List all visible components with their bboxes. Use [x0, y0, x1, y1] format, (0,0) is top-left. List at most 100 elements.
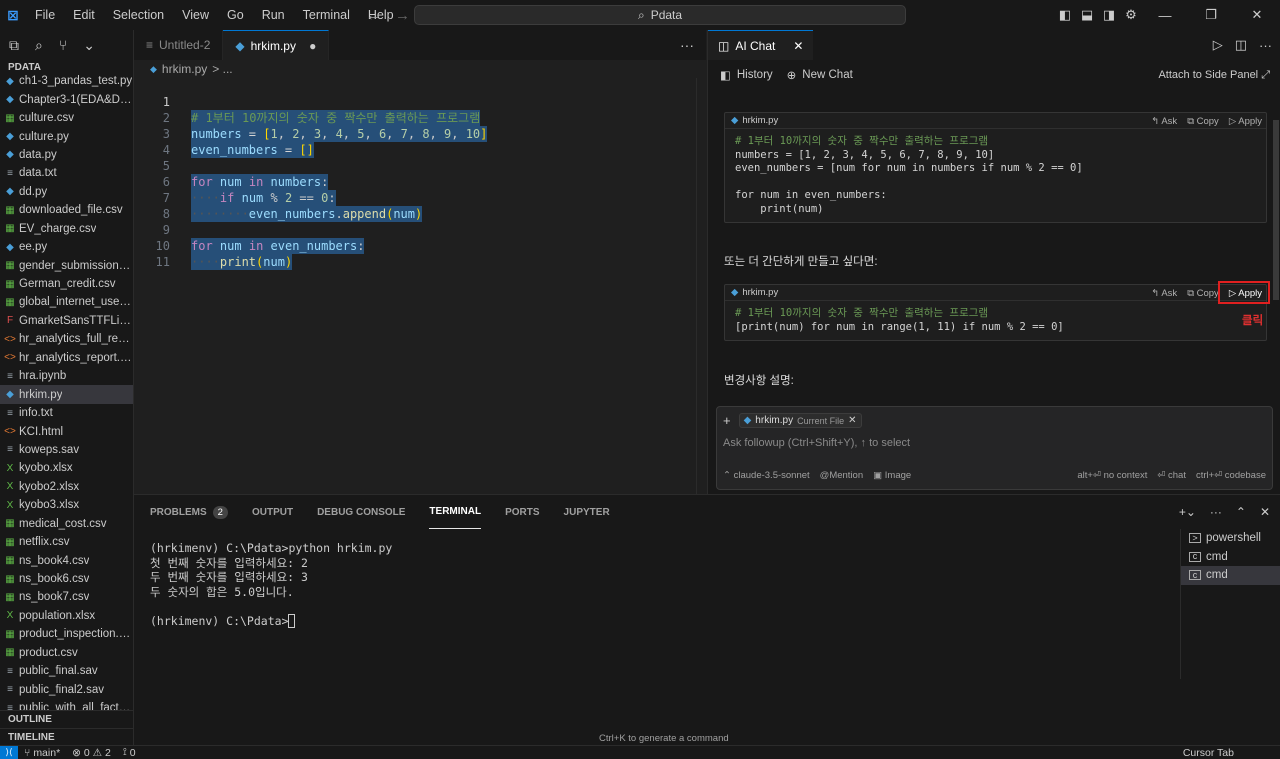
restore-icon[interactable]: ❐ [1188, 0, 1234, 30]
history-button[interactable]: History [737, 69, 773, 81]
branch-status[interactable]: ⑂ main* [18, 747, 66, 759]
terminal-item-cmd[interactable]: c cmd [1181, 548, 1280, 567]
model-selector[interactable]: ⌃ claude-3.5-sonnet [723, 470, 810, 481]
tab-untitled-2[interactable]: ≡ Untitled-2 [134, 30, 224, 60]
file-item[interactable]: ◆ data.py [0, 146, 133, 164]
nav-forward-icon[interactable]: → [395, 7, 410, 24]
tab-ai-chat[interactable]: ◫ AI Chat ✕ [708, 30, 814, 60]
file-item[interactable]: ≡ data.txt [0, 164, 133, 182]
tab-output[interactable]: OUTPUT [252, 495, 293, 529]
ask-button[interactable]: ↰ Ask [1151, 288, 1177, 299]
mention-button[interactable]: @Mention [820, 470, 863, 481]
close-window-icon[interactable]: ✕ [1234, 0, 1280, 30]
file-item[interactable]: ▦ ns_book6.csv [0, 570, 133, 588]
more-icon[interactable]: ··· [1259, 38, 1272, 53]
menu-view[interactable]: View [173, 0, 218, 30]
source-control-icon[interactable]: ⑂ [59, 37, 67, 53]
file-item[interactable]: ≡ hra.ipynb [0, 367, 133, 385]
maximize-panel-icon[interactable]: ⌃ [1236, 505, 1246, 519]
chat-input-box[interactable]: + ◆ hrkim.py Current File ✕ Ask followup… [716, 406, 1273, 490]
editor-more-icon[interactable]: ··· [680, 30, 694, 60]
ask-button[interactable]: ↰ Ask [1151, 116, 1177, 127]
tab-hrkim-py[interactable]: ◆ hrkim.py ● [223, 30, 330, 60]
file-item[interactable]: Xkyobo.xlsx [0, 459, 133, 477]
file-item[interactable]: Xkyobo2.xlsx [0, 478, 133, 496]
menu-selection[interactable]: Selection [104, 0, 173, 30]
breadcrumb-more[interactable]: > ... [212, 62, 232, 76]
apply-button[interactable]: ▷ Apply [1229, 116, 1262, 127]
file-item[interactable]: ≡ info.txt [0, 404, 133, 422]
file-item[interactable]: ▦ ns_book7.csv [0, 588, 133, 606]
tab-problems[interactable]: PROBLEMS 2 [150, 495, 228, 529]
run-icon[interactable]: ▷ [1213, 37, 1223, 53]
context-chip[interactable]: ◆ hrkim.py Current File ✕ [738, 413, 862, 428]
file-item[interactable]: ▦ product_inspection.csv [0, 625, 133, 643]
file-item[interactable]: F GmarketSansTTFLight... [0, 312, 133, 330]
file-item[interactable]: ▦ netflix.csv [0, 533, 133, 551]
timeline-section[interactable]: TIMELINE [0, 728, 133, 746]
file-item[interactable]: ▦ EV_charge.csv [0, 220, 133, 238]
more-icon[interactable]: ··· [1210, 505, 1222, 519]
app-logo-icon[interactable]: ⊠ [0, 0, 26, 30]
menu-edit[interactable]: Edit [64, 0, 104, 30]
new-terminal-icon[interactable]: +⌄ [1179, 505, 1196, 519]
file-item[interactable]: Xpopulation.xlsx [0, 607, 133, 625]
split-editor-icon[interactable]: ◫ [1235, 37, 1247, 53]
new-chat-icon[interactable]: ⊕ [787, 68, 797, 82]
toggle-panel-icon[interactable]: ⬓ [1076, 0, 1098, 30]
file-item[interactable]: ▦ gender_submission.csv [0, 256, 133, 274]
menu-terminal[interactable]: Terminal [294, 0, 359, 30]
search-icon[interactable]: ⌕ [35, 37, 43, 54]
file-item[interactable]: ▦ ns_book4.csv [0, 551, 133, 569]
minimize-icon[interactable]: — [1142, 0, 1188, 30]
file-item[interactable]: <> KCI.html [0, 422, 133, 440]
file-item[interactable]: ≡ public_final2.sav [0, 680, 133, 698]
chat-input-placeholder[interactable]: Ask followup (Ctrl+Shift+Y), ↑ to select [723, 437, 910, 449]
nav-back-icon[interactable]: ← [366, 7, 381, 24]
file-item[interactable]: ▦ medical_cost.csv [0, 515, 133, 533]
add-context-icon[interactable]: + [723, 413, 731, 428]
command-center-search[interactable]: ⌕ Pdata [414, 5, 906, 25]
unsaved-dot-icon[interactable]: ● [309, 39, 316, 53]
chat-scrollbar[interactable] [1272, 90, 1280, 420]
chat-shortcut[interactable]: ⏎ chat [1157, 470, 1186, 481]
menu-run[interactable]: Run [253, 0, 294, 30]
codebase-shortcut[interactable]: ctrl+⏎ codebase [1196, 470, 1266, 481]
file-item[interactable]: ◆ Chapter3-1(EDA&Des... [0, 90, 133, 108]
settings-gear-icon[interactable]: ⚙ [1120, 0, 1142, 30]
editor-scrollbar[interactable] [696, 78, 704, 494]
outline-section[interactable]: OUTLINE [0, 710, 133, 728]
copy-button[interactable]: ⧉ Copy [1187, 288, 1219, 299]
tab-jupyter[interactable]: JUPYTER [564, 495, 610, 529]
history-icon[interactable]: ◧ [720, 68, 731, 82]
menu-file[interactable]: File [26, 0, 64, 30]
file-item[interactable]: ◆ culture.py [0, 127, 133, 145]
terminal-item-powershell[interactable]: > powershell [1181, 529, 1280, 548]
tab-debug-console[interactable]: DEBUG CONSOLE [317, 495, 405, 529]
close-icon[interactable]: ✕ [1260, 505, 1270, 519]
file-item[interactable]: <> hr_analytics_full_repor... [0, 330, 133, 348]
file-item[interactable]: ◆ ee.py [0, 238, 133, 256]
file-item[interactable]: ◆ ch1-3_pandas_test.py [0, 72, 133, 90]
chevron-down-icon[interactable]: ⌄ [83, 37, 95, 54]
file-item[interactable]: ▦ global_internet_users.... [0, 293, 133, 311]
terminal-item-cmd-active[interactable]: c cmd [1181, 566, 1280, 585]
toggle-sidebar-icon[interactable]: ◧ [1054, 0, 1076, 30]
tab-ports[interactable]: PORTS [505, 495, 539, 529]
cursor-tab-status[interactable]: Cursor Tab [1177, 747, 1240, 759]
file-item[interactable]: <> hr_analytics_report.ht... [0, 349, 133, 367]
file-item[interactable]: ≡ public_with_all_factor... [0, 699, 133, 710]
new-chat-button[interactable]: New Chat [802, 69, 853, 81]
file-item[interactable]: ≡ public_final.sav [0, 662, 133, 680]
breadcrumb-file[interactable]: hrkim.py [162, 62, 207, 76]
file-item[interactable]: ▦ downloaded_file.csv [0, 201, 133, 219]
no-context-shortcut[interactable]: alt+⏎ no context [1077, 470, 1147, 481]
file-item[interactable]: ▦ product.csv [0, 644, 133, 662]
menu-go[interactable]: Go [218, 0, 253, 30]
code-editor[interactable]: 1 # 1부터 10까지의 숫자 중 짝수만 출력하는 프로그램 2 numbe… [134, 78, 706, 494]
image-button[interactable]: ▣ Image [873, 470, 911, 481]
file-item[interactable]: Xkyobo3.xlsx [0, 496, 133, 514]
remote-icon[interactable]: ⟩⟨ [0, 745, 18, 759]
toggle-secondary-sidebar-icon[interactable]: ◨ [1098, 0, 1120, 30]
attach-side-panel-button[interactable]: Attach to Side Panel ⤢ [1158, 60, 1270, 90]
